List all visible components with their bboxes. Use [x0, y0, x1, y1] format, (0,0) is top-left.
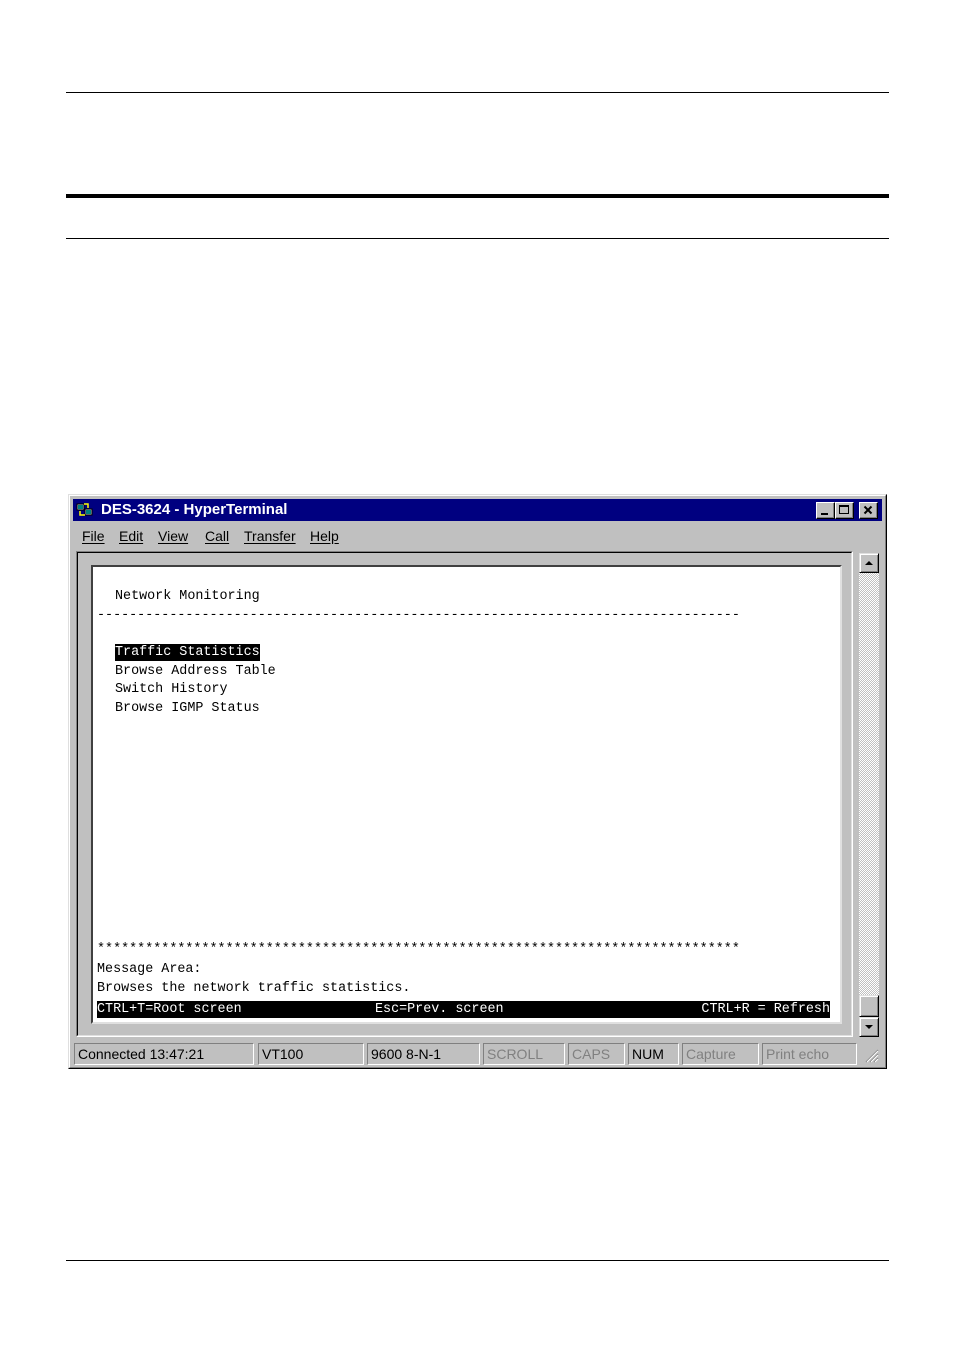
footer-refresh: CTRL+R = Refresh — [701, 1002, 830, 1017]
minimize-icon — [821, 513, 828, 515]
footer-prev-screen: Esc=Prev. screen — [375, 1002, 504, 1017]
minimize-button[interactable] — [816, 502, 835, 519]
window-frame: DES-3624 - HyperTerminal File Edit View … — [69, 495, 886, 1068]
vertical-scrollbar[interactable] — [859, 553, 879, 1037]
menu-option-switch-history[interactable]: Switch History — [115, 681, 228, 698]
menu-option-browse-igmp-status[interactable]: Browse IGMP Status — [115, 700, 260, 717]
menu-edit[interactable]: Edit — [119, 527, 143, 545]
window-title: DES-3624 - HyperTerminal — [101, 501, 288, 518]
arrow-up-icon — [865, 561, 873, 565]
menu-call[interactable]: Call — [205, 527, 229, 545]
scroll-up-button[interactable] — [859, 553, 879, 573]
message-area-label: Message Area: — [97, 962, 202, 977]
menu-heading: Network Monitoring — [115, 589, 260, 604]
star-separator-line: ****************************************… — [97, 942, 740, 957]
scroll-down-button[interactable] — [859, 1017, 879, 1037]
maximize-button[interactable] — [835, 502, 854, 519]
status-connection: Connected 13:47:21 — [74, 1043, 254, 1065]
status-print-echo: Print echo — [762, 1043, 857, 1065]
status-caps: CAPS — [568, 1043, 625, 1065]
close-button[interactable] — [859, 502, 878, 519]
status-bar: Connected 13:47:21 VT100 9600 8-N-1 SCRO… — [74, 1043, 881, 1065]
hyperterminal-window: DES-3624 - HyperTerminal File Edit View … — [68, 494, 887, 1069]
footer-root-screen: CTRL+T=Root screen — [97, 1002, 242, 1017]
hyperterminal-app-icon[interactable] — [76, 502, 94, 518]
terminal-footer-bar: CTRL+T=Root screen Esc=Prev. screen CTRL… — [97, 1001, 830, 1018]
menu-help[interactable]: Help — [310, 527, 339, 545]
status-port-settings: 9600 8-N-1 — [367, 1043, 480, 1065]
status-scroll: SCROLL — [483, 1043, 565, 1065]
title-bar[interactable]: DES-3624 - HyperTerminal — [73, 499, 882, 521]
scroll-thumb[interactable] — [859, 995, 879, 1017]
resize-grip-icon[interactable] — [863, 1047, 879, 1063]
arrow-down-icon — [865, 1025, 873, 1029]
menu-transfer[interactable]: Transfer — [244, 527, 296, 545]
status-emulation: VT100 — [258, 1043, 364, 1065]
status-num: NUM — [628, 1043, 679, 1065]
close-icon — [863, 505, 873, 515]
terminal-client-area: Network Monitoring ---------------------… — [76, 551, 853, 1037]
section-rule-thin — [66, 238, 889, 239]
menu-option-browse-address-table[interactable]: Browse Address Table — [115, 663, 276, 680]
maximize-icon — [839, 505, 849, 514]
terminal-screen[interactable]: Network Monitoring ---------------------… — [91, 565, 842, 1024]
menu-option-traffic-statistics[interactable]: Traffic Statistics — [115, 644, 260, 661]
message-area-text: Browses the network traffic statistics. — [97, 981, 411, 996]
section-rule-thick — [66, 194, 889, 198]
separator-line: ----------------------------------------… — [97, 608, 740, 623]
footer-rule — [66, 1260, 889, 1261]
menu-view[interactable]: View — [158, 527, 188, 545]
status-capture: Capture — [682, 1043, 759, 1065]
header-rule — [66, 92, 889, 93]
menu-file[interactable]: File — [82, 527, 105, 545]
